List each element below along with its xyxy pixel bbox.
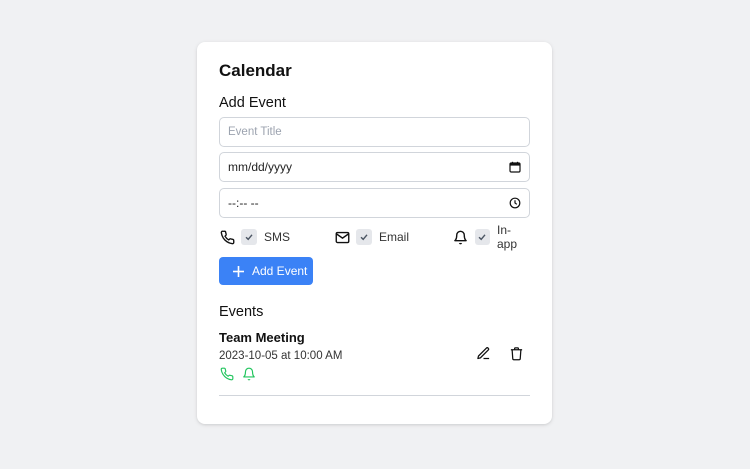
notify-in-app[interactable]: In-app xyxy=(453,223,530,251)
bell-icon xyxy=(241,366,256,381)
event-notify-icons xyxy=(219,366,530,381)
event-time-field[interactable]: --:-- -- xyxy=(219,188,530,218)
bell-icon xyxy=(453,229,469,245)
email-checkbox[interactable] xyxy=(356,229,372,245)
clock-icon[interactable] xyxy=(508,197,521,210)
sms-checkbox[interactable] xyxy=(241,229,257,245)
date-value: mm/dd/yyyy xyxy=(228,160,293,174)
add-event-button[interactable]: Add Event xyxy=(219,257,313,285)
event-date-field[interactable]: mm/dd/yyyy xyxy=(219,152,530,182)
divider xyxy=(219,395,530,396)
calendar-icon[interactable] xyxy=(508,161,521,174)
sms-label: SMS xyxy=(264,230,291,244)
notify-sms[interactable]: SMS xyxy=(219,228,290,246)
trash-icon[interactable] xyxy=(508,345,524,361)
event-title-field[interactable] xyxy=(219,117,530,147)
event-title-input[interactable] xyxy=(228,126,521,138)
page-title: Calendar xyxy=(219,61,292,80)
time-value: --:-- -- xyxy=(228,196,259,210)
notify-email[interactable]: Email xyxy=(334,228,409,246)
notification-options: SMS Email In-app xyxy=(219,223,530,251)
plus-icon xyxy=(231,264,245,278)
event-title: Team Meeting xyxy=(219,330,305,345)
add-event-button-label: Add Event xyxy=(252,264,308,278)
add-event-heading: Add Event xyxy=(219,95,286,111)
event-actions xyxy=(475,345,541,361)
phone-icon xyxy=(219,366,234,381)
in-app-label: In-app xyxy=(497,223,518,251)
in-app-checkbox[interactable] xyxy=(474,229,490,245)
email-label: Email xyxy=(379,230,410,244)
edit-icon[interactable] xyxy=(475,345,491,361)
mail-icon xyxy=(334,229,350,245)
phone-icon xyxy=(219,229,235,245)
calendar-card: Calendar Add Event mm/dd/yyyy --:-- -- S… xyxy=(197,42,552,424)
events-heading: Events xyxy=(219,304,264,320)
